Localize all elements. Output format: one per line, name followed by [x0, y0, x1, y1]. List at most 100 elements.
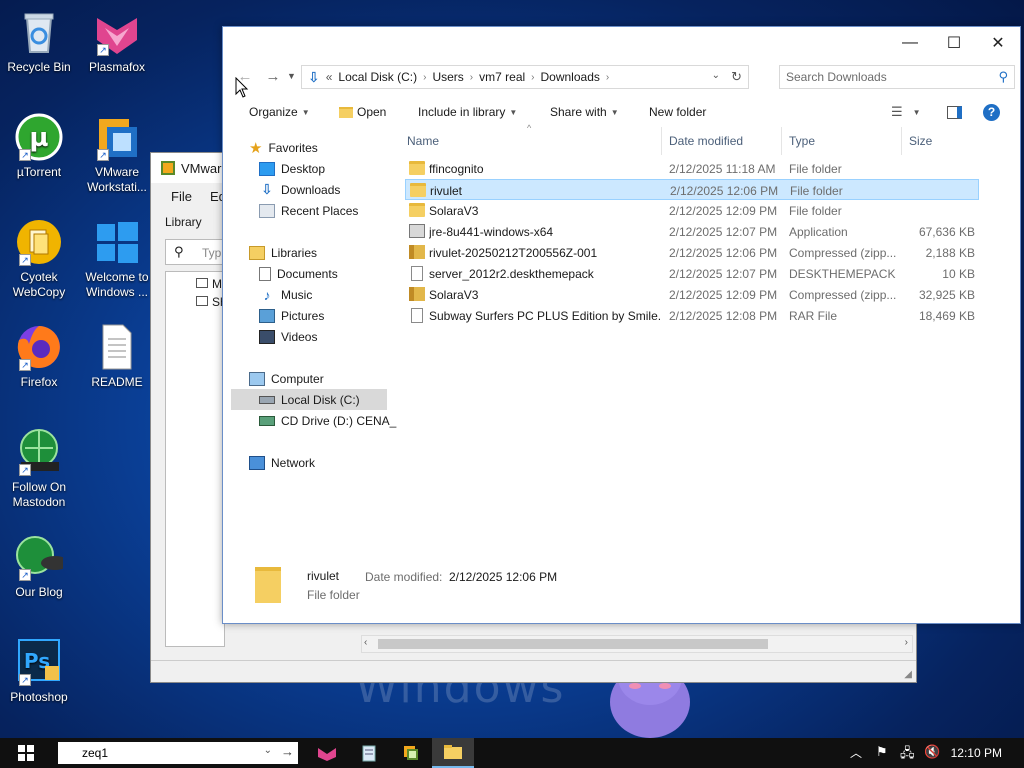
desktop-icon-mastodon[interactable]: ↗ Follow On Mastodon [0, 428, 78, 510]
maximize-button[interactable]: ☐ [932, 27, 976, 59]
file-row[interactable]: rivulet-20250212T200556Z-001 2/12/2025 1… [405, 242, 979, 263]
volume-muted-icon[interactable]: 🔇 [924, 744, 940, 760]
preview-pane-icon [947, 105, 962, 119]
file-row[interactable]: server_2012r2.deskthemepack 2/12/2025 12… [405, 263, 979, 284]
column-header-date[interactable]: Date modified [669, 134, 743, 148]
file-row[interactable]: ffincognito 2/12/2025 11:18 AM File fold… [405, 158, 979, 179]
desktop-icon-firefox[interactable]: ↗ Firefox [0, 323, 78, 390]
nav-libraries[interactable]: Libraries [249, 242, 317, 263]
file-row[interactable]: jre-8u441-windows-x64 2/12/2025 12:07 PM… [405, 221, 979, 242]
file-row[interactable]: SolaraV3 2/12/2025 12:09 PM Compressed (… [405, 284, 979, 305]
desktop-icon-our-blog[interactable]: ↗ Our Blog [0, 533, 78, 600]
nav-network[interactable]: Network [249, 452, 315, 473]
desktop-icon-cyotek-webcopy[interactable]: ↗ Cyotek WebCopy [0, 218, 78, 300]
nav-computer[interactable]: Computer [249, 368, 324, 389]
taskbar-app-vmware[interactable] [390, 738, 432, 768]
column-divider[interactable] [781, 127, 782, 155]
vmware-horizontal-scrollbar[interactable]: ‹ › [361, 635, 913, 653]
vmware-menu-file[interactable]: File [171, 189, 192, 204]
chevron-down-icon: ▼ [610, 107, 619, 117]
breadcrumb-vm7-real[interactable]: vm7 real [479, 70, 525, 84]
action-center-flag-icon[interactable]: ⚑ [876, 744, 888, 760]
nav-favorites[interactable]: ★ Favorites [249, 137, 318, 158]
breadcrumb-separator-icon[interactable]: › [606, 72, 609, 83]
file-row[interactable]: SolaraV3 2/12/2025 12:09 PM File folder [405, 200, 979, 221]
taskbar-clock[interactable]: 12:10 PM [951, 746, 1002, 760]
help-button[interactable]: ? [983, 103, 1000, 121]
mastodon-globe-icon: ↗ [15, 428, 63, 476]
desktop-icon-plasmafox[interactable]: ↗ Plasmafox [78, 8, 156, 75]
breadcrumb-users[interactable]: Users [432, 70, 463, 84]
minimize-button[interactable]: — [888, 27, 932, 59]
file-icon [411, 266, 423, 281]
nav-videos[interactable]: Videos [259, 326, 317, 347]
search-go-arrow-icon[interactable]: → [281, 744, 294, 759]
breadcrumb-separator-icon[interactable]: › [423, 72, 426, 83]
recent-locations-chevron-icon[interactable]: ▼ [287, 71, 296, 81]
search-input[interactable]: Search Downloads [786, 70, 887, 84]
view-options-button[interactable]: ☰ ▼ [891, 104, 921, 120]
desktop-icon-label: Our Blog [15, 585, 63, 599]
computer-icon [249, 371, 265, 386]
breadcrumb-downloads[interactable]: Downloads [541, 70, 600, 84]
column-divider[interactable] [661, 127, 662, 155]
nav-downloads[interactable]: ⇩ Downloads [259, 179, 340, 200]
search-box[interactable]: Search Downloads ⚲ [779, 65, 1015, 89]
breadcrumb-separator-icon[interactable]: › [470, 72, 473, 83]
address-dropdown-icon[interactable]: ⌄ [712, 70, 720, 81]
open-folder-icon [339, 106, 353, 118]
desktop-icon-vmware[interactable]: ↗ VMware Workstati... [78, 113, 156, 195]
desktop-icon-label: VMware Workstati... [87, 165, 147, 194]
desktop-icon-readme[interactable]: README [78, 323, 156, 390]
taskbar-search-box[interactable]: zeq1 ⌄ → [58, 742, 298, 764]
taskbar-app-notepad[interactable] [348, 738, 390, 768]
column-header-size[interactable]: Size [909, 134, 932, 148]
taskbar-search-input[interactable]: zeq1 [82, 746, 108, 760]
organize-button[interactable]: Organize ▼ [249, 105, 310, 119]
address-bar[interactable]: ⇩ « Local Disk (C:) › Users › vm7 real ›… [301, 65, 749, 89]
start-button[interactable] [18, 745, 34, 761]
column-header-type[interactable]: Type [789, 134, 815, 148]
vmware-library-search[interactable]: ⚲ Typ [165, 239, 225, 265]
file-row[interactable]: Subway Surfers PC PLUS Edition by Smile.… [405, 305, 979, 326]
chevron-down-icon[interactable]: ⌄ [264, 745, 272, 756]
desktop-icon-label: Cyotek WebCopy [12, 270, 66, 299]
taskbar-app-file-explorer[interactable] [432, 738, 474, 768]
nav-cd-drive[interactable]: CD Drive (D:) CENA_ [259, 410, 396, 431]
nav-desktop[interactable]: Desktop [259, 158, 325, 179]
desktop-icon-photoshop[interactable]: Ps ↗ Photoshop [0, 638, 78, 705]
address-overflow[interactable]: « [326, 70, 333, 84]
details-view-icon: ☰ [891, 104, 903, 119]
breadcrumb-local-disk[interactable]: Local Disk (C:) [338, 70, 417, 84]
refresh-icon[interactable]: ↻ [731, 69, 742, 85]
nav-documents[interactable]: Documents [259, 263, 338, 284]
desktop-icon-recycle-bin[interactable]: Recycle Bin [0, 8, 78, 75]
file-row-selected[interactable]: rivulet 2/12/2025 12:06 PM File folder [405, 179, 979, 200]
nav-pictures[interactable]: Pictures [259, 305, 324, 326]
recent-places-icon [259, 203, 275, 218]
share-with-button[interactable]: Share with ▼ [550, 105, 619, 119]
desktop-icon-utorrent[interactable]: µ ↗ µTorrent [0, 113, 78, 180]
close-button[interactable]: ✕ [976, 27, 1020, 59]
scrollbar-thumb[interactable] [378, 639, 768, 649]
nav-recent-places[interactable]: Recent Places [259, 200, 358, 221]
preview-pane-button[interactable] [947, 105, 962, 119]
breadcrumb-separator-icon[interactable]: › [531, 72, 534, 83]
column-header-name[interactable]: Name [407, 134, 439, 148]
taskbar-app-plasmafox[interactable] [306, 738, 348, 768]
chevron-down-icon: ▼ [301, 107, 310, 117]
desktop-icon-label: Welcome to Windows ... [85, 270, 149, 299]
new-folder-button[interactable]: New folder [649, 105, 706, 119]
network-status-icon[interactable]: 🖧 [900, 744, 915, 766]
include-in-library-button[interactable]: Include in library ▼ [418, 105, 517, 119]
forward-button[interactable]: → [261, 68, 285, 85]
notepad-icon [362, 745, 376, 762]
open-button[interactable]: Open [339, 105, 386, 119]
show-hidden-icons-chevron-icon[interactable]: ︿ [850, 744, 862, 761]
desktop-icon-welcome-windows[interactable]: Welcome to Windows ... [78, 218, 156, 300]
nav-local-disk-selected[interactable]: Local Disk (C:) [231, 389, 387, 410]
firefox-icon: ↗ [15, 323, 63, 371]
explorer-window[interactable]: — ☐ ✕ ← → ▼ ⇩ « Local Disk (C:) › Users … [222, 26, 1021, 624]
column-divider[interactable] [901, 127, 902, 155]
nav-music[interactable]: ♪ Music [259, 284, 313, 305]
